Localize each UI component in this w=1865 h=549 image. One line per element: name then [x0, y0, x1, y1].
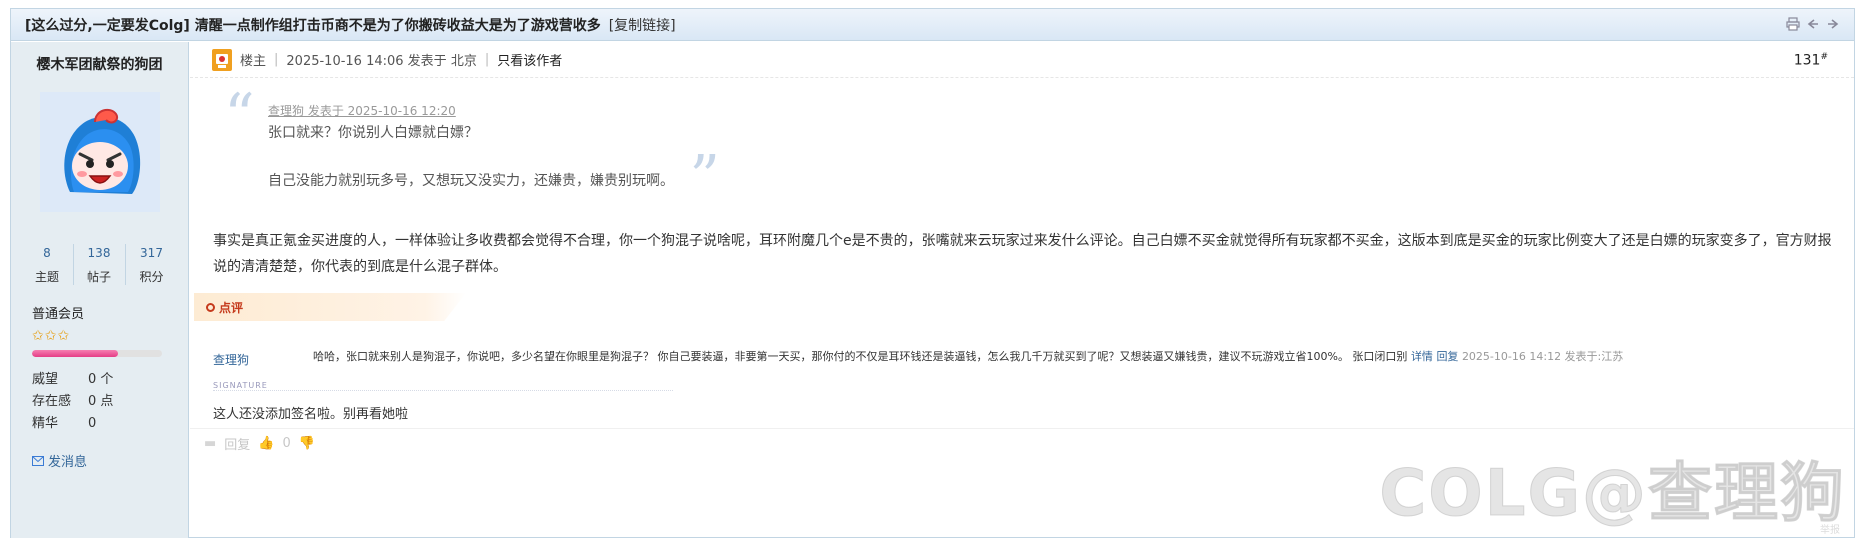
stat-threads-label: 主题: [34, 270, 59, 284]
stat-posts-label: 帖子: [86, 270, 111, 284]
post-time: 2025-10-16 14:06 发表于 北京: [286, 54, 477, 69]
quote-header-link[interactable]: 查理狗 发表于 2025-10-16 12:20: [268, 102, 456, 119]
floor-value: 131: [1793, 52, 1821, 69]
stat-posts[interactable]: 138 帖子: [74, 244, 126, 285]
thumbs-down-icon[interactable]: 👎: [299, 436, 315, 451]
stat-threads-value: 8: [43, 246, 51, 260]
print-icon[interactable]: [1785, 17, 1800, 32]
comment-detail-link[interactable]: 详情: [1411, 350, 1433, 363]
attr-value: 0 点: [88, 394, 114, 409]
post-content-area: 楼主 | 2025-10-16 14:06 发表于 北京 | 只看该作者 131…: [190, 42, 1854, 538]
author-stats: 8 主题 138 帖子 317 积分: [11, 244, 188, 285]
watermark-logo: COLG@查理狗: [1379, 457, 1846, 532]
only-author-link[interactable]: 只看该作者: [497, 50, 562, 69]
author-sidebar: 樱木军团献祭的狗团 8 主题 138 帖子 317 积分 普通会员 ✩✩✩ 威望…: [11, 42, 189, 538]
like-count: 0: [282, 436, 291, 451]
quote-block: “ 查理狗 发表于 2025-10-16 12:20 张口就来？你说别人白嫖就白…: [224, 86, 720, 208]
attr-key: 存在感: [32, 394, 72, 409]
comment-user-link[interactable]: 查理狗: [213, 351, 249, 368]
author-attributes: 威望 0 个 存在感 0 点 精华 0: [32, 369, 188, 435]
stat-threads[interactable]: 8 主题: [22, 244, 74, 285]
quote-line: 自己没能力就别玩多号，又想玩又没实力，还嫌贵，嫌贵别玩啊。: [268, 173, 674, 189]
post-body: 事实是真正氪金买进度的人，一样体验让多收费都会觉得不合理，你一个狗混子说啥呢，耳…: [213, 233, 1832, 275]
avatar[interactable]: [39, 92, 160, 212]
meta-separator: |: [484, 52, 490, 67]
copy-link-button[interactable]: [复制链接]: [609, 15, 676, 35]
stat-credits[interactable]: 317 积分: [126, 244, 178, 285]
send-message-label: 发消息: [48, 455, 88, 470]
attr-digest: 精华 0: [32, 413, 188, 435]
user-group[interactable]: 普通会员: [32, 303, 188, 322]
comments-tag: 点评: [194, 293, 466, 321]
meta-separator: |: [274, 52, 279, 67]
floor-number[interactable]: 131#: [1794, 52, 1828, 69]
rank-stars-icon: ✩✩✩: [32, 328, 71, 344]
author-name[interactable]: 樱木军团献祭的狗团: [11, 54, 188, 74]
signature-text: 这人还没添加签名啦。别再看她啦: [213, 407, 409, 422]
attr-value: 0 个: [88, 372, 114, 387]
floor-suffix: #: [1820, 52, 1828, 62]
signature-label: SIGNATURE: [213, 381, 673, 391]
comment-time: 2025-10-16 14:12 发表于:江苏: [1461, 350, 1624, 363]
report-link[interactable]: 举报: [1820, 521, 1840, 536]
thread-title: [这么过分,一定要发Colg] 清醒一点制作组打击币商不是为了你搬砖收益大是为了…: [25, 17, 601, 34]
comment-reply-link[interactable]: 回复: [1436, 350, 1458, 363]
thread-title-bar: [这么过分,一定要发Colg] 清醒一点制作组打击币商不是为了你搬砖收益大是为了…: [11, 9, 1854, 41]
attr-value: 0: [88, 416, 97, 431]
thumbs-up-icon[interactable]: 👍: [258, 436, 274, 451]
send-message-link[interactable]: 发消息: [32, 451, 188, 470]
stat-posts-value: 138: [87, 246, 111, 260]
comment-text: 哈哈，张口就来别人是狗混子，你说吧，多少名望在你眼里是狗混子？ 你自己要装逼，非…: [313, 350, 1408, 363]
op-label: 楼主: [240, 54, 267, 69]
next-thread-icon[interactable]: [1825, 17, 1840, 32]
comment-item: 查理狗 哈哈，张口就来别人是狗混子，你说吧，多少名望在你眼里是狗混子？ 你自己要…: [213, 348, 1853, 370]
envelope-icon: [32, 455, 44, 466]
title-tools: [1785, 17, 1840, 32]
reply-button[interactable]: 回复: [224, 434, 250, 453]
comment-circle-icon: [206, 302, 215, 312]
level-progress-fill: [32, 350, 118, 357]
post-meta-bar: 楼主 | 2025-10-16 14:06 发表于 北京 | 只看该作者 131…: [190, 42, 1854, 78]
attr-key: 精华: [32, 416, 59, 431]
quote-line: 张口就来？你说别人白嫖就白嫖？: [268, 125, 478, 141]
attr-key: 威望: [32, 372, 59, 387]
stat-credits-value: 317: [140, 246, 163, 260]
prev-thread-icon[interactable]: [1805, 17, 1820, 32]
comment-content: 哈哈，张口就来别人是狗混子，你说吧，多少名望在你眼里是狗混子？ 你自己要装逼，非…: [313, 348, 1623, 364]
open-quote-icon: “: [224, 81, 255, 151]
attr-presence: 存在感 0 点: [32, 391, 188, 413]
stat-credits-label: 积分: [139, 270, 164, 284]
post-frame: [这么过分,一定要发Colg] 清醒一点制作组打击币商不是为了你搬砖收益大是为了…: [10, 8, 1855, 538]
comments-tag-label: 点评: [219, 300, 244, 315]
close-quote-icon: ”: [689, 143, 720, 213]
op-badge-icon: [212, 48, 232, 71]
attr-prestige: 威望 0 个: [32, 369, 188, 391]
level-progress-bar: [32, 350, 162, 357]
reply-icon[interactable]: ▬: [204, 436, 216, 451]
